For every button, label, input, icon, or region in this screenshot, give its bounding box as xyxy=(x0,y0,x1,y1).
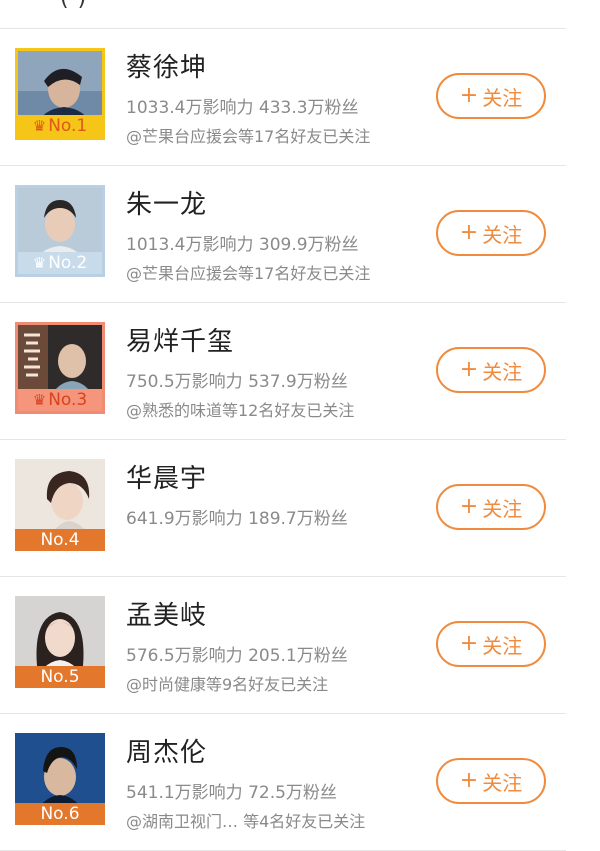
fans-value: 537.9万粉丝 xyxy=(248,372,348,392)
avatar[interactable]: No.6 xyxy=(15,733,105,825)
stats-line: 541.1万影响力 72.5万粉丝 xyxy=(126,778,337,803)
friends-followed: @芒果台应援会等17名好友已关注 xyxy=(126,264,371,283)
stats-line: 1033.4万影响力 433.3万粉丝 xyxy=(126,93,359,118)
list-item[interactable]: ♛ No.3 易烊千玺 750.5万影响力 537.9万粉丝 @熟悉的味道等12名… xyxy=(0,302,566,439)
list-item[interactable]: ♛ No.2 朱一龙 1013.4万影响力 309.9万粉丝 @芒果台应援会等17… xyxy=(0,165,566,302)
avatar[interactable]: ♛ No.2 xyxy=(15,185,105,277)
crown-icon: ♛ xyxy=(32,254,47,272)
stats-line: 750.5万影响力 537.9万粉丝 xyxy=(126,367,348,392)
avatar[interactable]: ♛ No.3 xyxy=(15,322,105,414)
stats-line: 641.9万影响力 189.7万粉丝 xyxy=(126,504,348,529)
list-item[interactable]: No.4 华晨宇 641.9万影响力 189.7万粉丝 + 关注 xyxy=(0,439,566,576)
list-item[interactable]: ♛ No.1 蔡徐坤 1033.4万影响力 433.3万粉丝 @芒果台应援会等17… xyxy=(0,28,566,165)
friends-followed: @芒果台应援会等17名好友已关注 xyxy=(126,127,371,146)
avatar[interactable]: No.4 xyxy=(15,459,105,551)
follow-button[interactable]: + 关注 xyxy=(436,758,546,804)
follow-label: 关注 xyxy=(482,222,523,247)
rank-badge: No.4 xyxy=(15,529,105,551)
user-name[interactable]: 孟美岐 xyxy=(126,595,207,632)
crown-icon: ♛ xyxy=(32,117,47,135)
list-item[interactable]: No.6 周杰伦 541.1万影响力 72.5万粉丝 @湖南卫视门… 等4名好友… xyxy=(0,713,566,851)
rank-text: No.5 xyxy=(40,667,80,687)
influence-value: 641.9万影响力 xyxy=(126,509,243,529)
follow-button[interactable]: + 关注 xyxy=(436,621,546,667)
rank-badge: ♛ No.3 xyxy=(18,389,102,411)
influence-value: 541.1万影响力 xyxy=(126,783,243,803)
friends-followed: @时尚健康等9名好友已关注 xyxy=(126,675,329,694)
rank-badge: ♛ No.1 xyxy=(18,115,102,137)
plus-icon: + xyxy=(459,631,479,656)
rank-text: No.2 xyxy=(48,253,88,273)
friends-followed: @熟悉的味道等12名好友已关注 xyxy=(126,401,355,420)
top-cut-header: ( ) xyxy=(0,0,600,28)
follow-button[interactable]: + 关注 xyxy=(436,484,546,530)
header-partial-text: ( ) xyxy=(60,0,87,11)
plus-icon: + xyxy=(459,220,479,245)
fans-value: 309.9万粉丝 xyxy=(258,235,359,255)
influence-value: 750.5万影响力 xyxy=(126,372,243,392)
user-name[interactable]: 周杰伦 xyxy=(126,732,207,769)
plus-icon: + xyxy=(459,357,479,382)
user-name[interactable]: 朱一龙 xyxy=(126,184,207,221)
plus-icon: + xyxy=(459,768,479,793)
avatar[interactable]: No.5 xyxy=(15,596,105,688)
rank-badge: No.5 xyxy=(15,666,105,688)
fans-value: 72.5万粉丝 xyxy=(248,783,337,803)
avatar[interactable]: ♛ No.1 xyxy=(15,48,105,140)
follow-button[interactable]: + 关注 xyxy=(436,210,546,256)
follow-label: 关注 xyxy=(482,359,523,384)
ranking-list: ♛ No.1 蔡徐坤 1033.4万影响力 433.3万粉丝 @芒果台应援会等17… xyxy=(0,28,566,851)
fans-value: 433.3万粉丝 xyxy=(258,98,359,118)
rank-text: No.4 xyxy=(40,530,80,550)
user-name[interactable]: 易烊千玺 xyxy=(126,321,234,358)
stats-line: 1013.4万影响力 309.9万粉丝 xyxy=(126,230,359,255)
user-name[interactable]: 蔡徐坤 xyxy=(126,47,207,84)
influence-value: 1033.4万影响力 xyxy=(126,98,254,118)
plus-icon: + xyxy=(459,494,479,519)
user-name[interactable]: 华晨宇 xyxy=(126,458,207,495)
follow-button[interactable]: + 关注 xyxy=(436,347,546,393)
crown-icon: ♛ xyxy=(32,391,47,409)
rank-text: No.6 xyxy=(40,804,80,824)
influence-value: 576.5万影响力 xyxy=(126,646,243,666)
follow-label: 关注 xyxy=(482,770,523,795)
list-item[interactable]: No.5 孟美岐 576.5万影响力 205.1万粉丝 @时尚健康等9名好友已关… xyxy=(0,576,566,713)
friends-followed: @湖南卫视门… 等4名好友已关注 xyxy=(126,812,366,831)
rank-badge: ♛ No.2 xyxy=(18,252,102,274)
plus-icon: + xyxy=(459,83,479,108)
rank-badge: No.6 xyxy=(15,803,105,825)
rank-text: No.1 xyxy=(48,116,88,136)
follow-label: 关注 xyxy=(482,85,523,110)
stats-line: 576.5万影响力 205.1万粉丝 xyxy=(126,641,348,666)
fans-value: 189.7万粉丝 xyxy=(248,509,348,529)
follow-label: 关注 xyxy=(482,496,523,521)
fans-value: 205.1万粉丝 xyxy=(248,646,348,666)
follow-label: 关注 xyxy=(482,633,523,658)
influence-value: 1013.4万影响力 xyxy=(126,235,254,255)
rank-text: No.3 xyxy=(48,390,88,410)
follow-button[interactable]: + 关注 xyxy=(436,73,546,119)
